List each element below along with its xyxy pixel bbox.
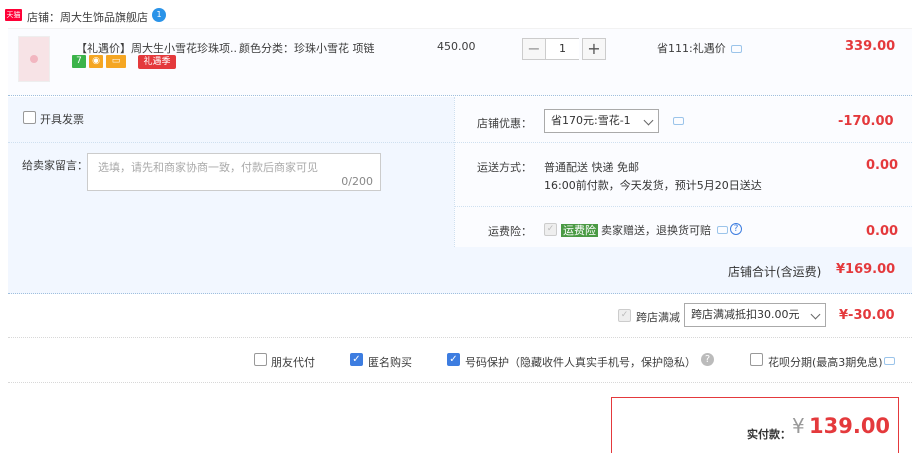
payment-summary-box: 实付款： ¥ 139.00: [611, 397, 899, 453]
insurance-tag: 运费险: [561, 224, 598, 237]
seven-day-return-icon: 7: [72, 55, 86, 68]
huabei-info-icon[interactable]: [884, 357, 895, 365]
anonymous-checkbox[interactable]: ✓: [350, 353, 363, 366]
insurance-label: 运费险：: [488, 225, 532, 238]
divider: [454, 142, 912, 143]
message-textarea[interactable]: 选填，请先和商家协商一致，付款后商家可见 0/200: [87, 153, 381, 191]
product-thumbnail[interactable]: [18, 36, 50, 82]
message-placeholder: 选填，请先和商家协商一致，付款后商家可见: [98, 161, 318, 174]
anonymous-label: 匿名购买: [368, 356, 412, 369]
cross-store-checkbox: ✓: [618, 309, 631, 322]
product-sku: 颜色分类：珍珠小雪花 项链: [239, 40, 375, 56]
shop-discount-selected: 省170元:雪花-1: [551, 114, 631, 127]
huabei-checkbox[interactable]: [750, 353, 763, 366]
cross-store-amount: ¥-30.00: [839, 308, 895, 323]
sku-label: 颜色分类：: [239, 42, 294, 55]
quantity-input[interactable]: 1: [546, 38, 579, 60]
number-protect-label: 号码保护（隐藏收件人真实手机号，保护隐私）: [465, 356, 696, 369]
shop-discount-label: 店铺优惠：: [477, 117, 532, 130]
payment-amount: 139.00: [809, 414, 891, 438]
invoice-label: 开具发票: [40, 113, 84, 126]
invoice-checkbox[interactable]: [23, 111, 36, 124]
huabei-label: 花呗分期(最高3期免息): [768, 356, 883, 369]
insurance-info-icon[interactable]: [717, 226, 728, 234]
shop-discount-select[interactable]: 省170元:雪花-1: [544, 109, 659, 133]
insurance-amount: 0.00: [866, 224, 899, 239]
friend-pay-checkbox[interactable]: [254, 353, 267, 366]
shipping-note: 16:00前付款，今天发货，预计5月20日送达: [544, 179, 762, 192]
guarantee-icon: ◉: [89, 55, 103, 68]
payment-currency: ¥: [792, 414, 805, 438]
divider: [454, 206, 912, 207]
discount-info-icon[interactable]: [731, 45, 742, 53]
shipping-method: 普通配送 快递 免邮: [544, 161, 639, 174]
wangwang-chat-icon[interactable]: 1: [152, 8, 166, 22]
message-label: 给卖家留言：: [22, 159, 88, 172]
discount-info-icon[interactable]: [673, 117, 684, 125]
quantity-decrease-button[interactable]: −: [522, 38, 546, 60]
cross-store-label: 跨店满减: [636, 311, 680, 324]
sku-value: 珍珠小雪花 项链: [294, 42, 375, 55]
product-title[interactable]: 【礼遇价】周大生小雪花珍珠项...: [76, 40, 236, 56]
shipping-label: 运送方式：: [477, 161, 532, 174]
help-icon[interactable]: ?: [701, 353, 714, 366]
shipping-amount: 0.00: [866, 158, 899, 173]
shop-discount-amount: -170.00: [838, 114, 894, 129]
insurance-row: 运费险 卖家赠送，退换货可赔: [561, 222, 711, 238]
insurance-checkbox: ✓: [544, 223, 557, 236]
shop-name[interactable]: 周大生饰品旗舰店: [60, 11, 148, 24]
shop-total-label: 店铺合计(含运费): [728, 265, 822, 279]
chevron-down-icon: [810, 309, 821, 320]
number-protect-checkbox[interactable]: ✓: [447, 353, 460, 366]
promo-badge: 礼遇季: [138, 55, 176, 69]
shop-total-amount: ¥169.00: [836, 262, 896, 277]
help-icon[interactable]: ?: [730, 223, 742, 235]
shop-label: 店铺：: [27, 11, 60, 24]
chevron-down-icon: [643, 115, 654, 126]
unit-price: 450.00: [437, 40, 476, 53]
divider: [8, 382, 912, 383]
divider: [8, 337, 912, 338]
item-subtotal: 339.00: [845, 39, 896, 54]
message-counter: 0/200: [341, 175, 373, 188]
payment-label: 实付款：: [747, 428, 791, 441]
cross-store-select[interactable]: 跨店满减抵扣30.00元: [684, 303, 826, 327]
tmall-logo: 天猫: [5, 9, 22, 21]
friend-pay-label: 朋友代付: [271, 356, 315, 369]
insurance-text: 卖家赠送，退换货可赔: [601, 224, 711, 237]
cross-store-selected: 跨店满减抵扣30.00元: [691, 308, 800, 321]
credit-card-icon: ▭: [106, 55, 126, 68]
quantity-increase-button[interactable]: +: [582, 38, 606, 60]
shop-label-row: 店铺：周大生饰品旗舰店: [27, 9, 148, 25]
divider: [8, 142, 454, 143]
item-discount-text: 省111:礼遇价: [657, 42, 726, 55]
